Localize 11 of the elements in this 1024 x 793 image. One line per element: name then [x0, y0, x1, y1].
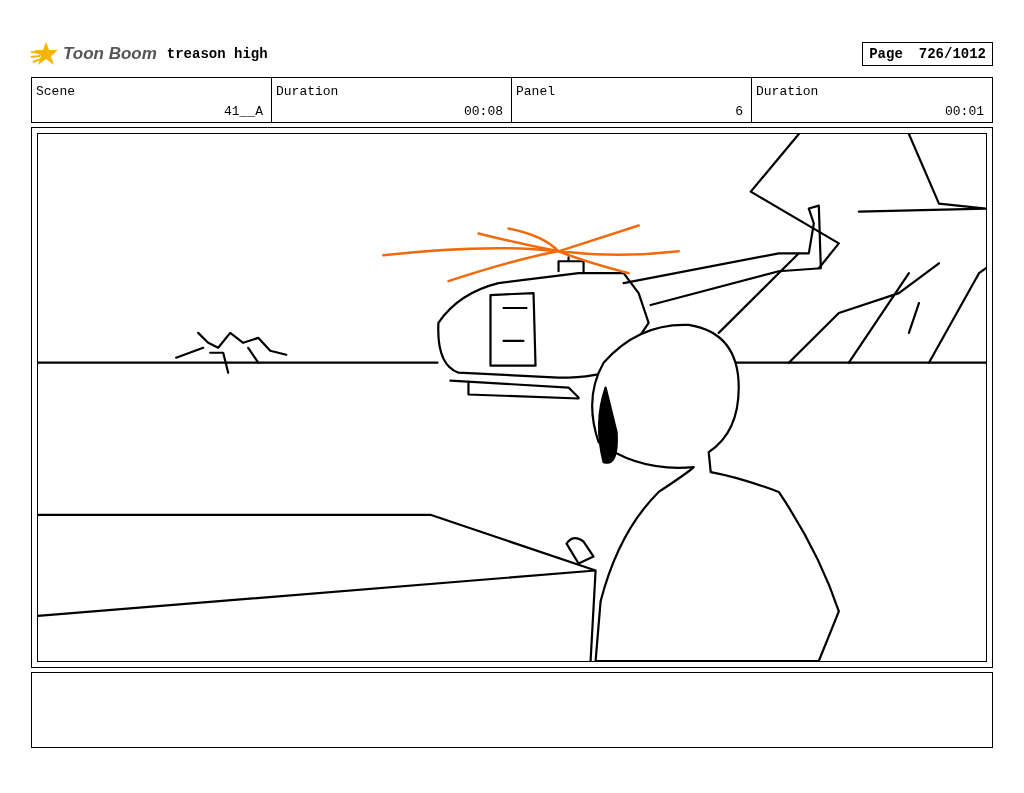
info-label: Duration: [276, 83, 339, 101]
info-label: Panel: [516, 83, 555, 101]
info-value: 00:08: [464, 102, 504, 121]
logo-text: Toon Boom: [63, 43, 157, 66]
info-label: Duration: [756, 83, 819, 101]
storyboard-title: treason high: [166, 44, 268, 64]
info-value: 41__A: [224, 102, 264, 121]
info-label: Scene: [36, 83, 75, 101]
page-counter: Page 726/1012: [862, 42, 993, 66]
info-value: 6: [735, 102, 744, 121]
info-value: 00:01: [945, 102, 985, 121]
